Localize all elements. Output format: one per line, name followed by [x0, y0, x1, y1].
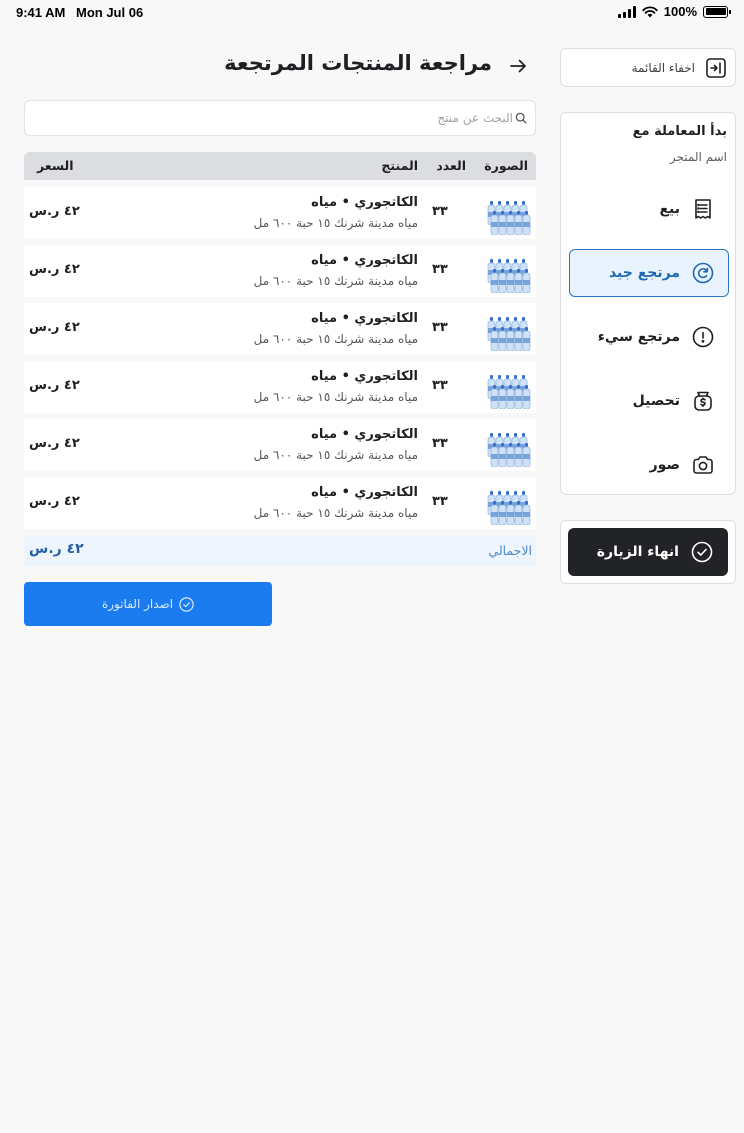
check-circle-icon	[691, 541, 713, 563]
menu-item-collection[interactable]: تحصيل	[569, 377, 729, 425]
hide-list-label: اخفاء القائمة	[631, 60, 695, 75]
total-row: الاجمالي ٤٢ ر.س	[24, 536, 536, 566]
row-product-desc: مياه مدينة شرنك ١٥ حبة ٦٠٠ مل	[253, 448, 418, 462]
water-pack-icon	[485, 313, 533, 352]
row-product-desc: مياه مدينة شرنك ١٥ حبة ٦٠٠ مل	[253, 506, 418, 520]
row-price: ٤٢ ر.س	[29, 262, 80, 277]
table-row[interactable]: ٣٣ الكاتجوري • مياه مياه مدينة شرنك ١٥ ح…	[24, 361, 536, 413]
alert-circle-icon	[692, 326, 714, 348]
row-product-name: الكاتجوري • مياه	[311, 485, 418, 500]
menu-item-label: صور	[649, 457, 680, 473]
menu-item-sale[interactable]: بيع	[569, 185, 729, 233]
row-product-desc: مياه مدينة شرنك ١٥ حبة ٦٠٠ مل	[253, 274, 418, 288]
column-header-product: المنتج	[381, 158, 418, 173]
total-label: الاجمالي	[488, 543, 532, 558]
battery-icon	[703, 5, 731, 18]
status-date: Mon Jul 06	[76, 5, 144, 20]
row-quantity: ٣٣	[432, 262, 448, 277]
menu-item-label: مرتجع جيد	[608, 265, 680, 281]
row-price: ٤٢ ر.س	[29, 494, 80, 509]
end-visit-button[interactable]: انهاء الزيارة	[568, 528, 728, 576]
row-product-desc: مياه مدينة شرنك ١٥ حبة ٦٠٠ مل	[253, 332, 418, 346]
table-row[interactable]: ٣٣ الكاتجوري • مياه مياه مدينة شرنك ١٥ ح…	[24, 477, 536, 529]
menu-item-bad-return[interactable]: مرتجع سيء	[569, 313, 729, 361]
search-box[interactable]	[24, 100, 536, 136]
column-header-price: السعر	[37, 158, 74, 173]
row-quantity: ٣٣	[432, 436, 448, 451]
row-quantity: ٣٣	[432, 320, 448, 335]
row-product-desc: مياه مدينة شرنك ١٥ حبة ٦٠٠ مل	[253, 216, 418, 230]
menu-item-label: مرتجع سيء	[597, 329, 680, 345]
money-bag-icon	[692, 390, 714, 412]
collapse-panel-icon	[705, 57, 727, 79]
row-product-name: الكاتجوري • مياه	[311, 369, 418, 384]
search-input[interactable]	[33, 107, 513, 129]
row-quantity: ٣٣	[432, 494, 448, 509]
water-pack-icon	[485, 197, 533, 236]
row-price: ٤٢ ر.س	[29, 320, 80, 335]
table-row[interactable]: ٣٣ الكاتجوري • مياه مياه مدينة شرنك ١٥ ح…	[24, 419, 536, 471]
refresh-icon	[692, 262, 714, 284]
table-row[interactable]: ٣٣ الكاتجوري • مياه مياه مدينة شرنك ١٥ ح…	[24, 303, 536, 355]
row-product-desc: مياه مدينة شرنك ١٥ حبة ٦٠٠ مل	[253, 390, 418, 404]
status-indicators: 100%	[617, 4, 731, 19]
page-title: مراجعة المنتجات المرتجعة	[224, 51, 492, 75]
camera-icon	[692, 454, 714, 476]
row-quantity: ٣٣	[432, 378, 448, 393]
table-row[interactable]: ٣٣ الكاتجوري • مياه مياه مدينة شرنك ١٥ ح…	[24, 187, 536, 239]
water-pack-icon	[485, 371, 533, 410]
table-header: الصورة العدد المنتج السعر	[24, 152, 536, 180]
transaction-menu: بدأ المعاملة مع اسم المتجر بيع مرتجع جيد…	[560, 112, 736, 495]
row-price: ٤٢ ر.س	[29, 378, 80, 393]
end-visit-label: انهاء الزيارة	[596, 544, 679, 560]
end-visit-card: انهاء الزيارة	[560, 520, 736, 584]
water-pack-icon	[485, 429, 533, 468]
row-product-name: الكاتجوري • مياه	[311, 253, 418, 268]
row-product-name: الكاتجوري • مياه	[311, 195, 418, 210]
back-arrow-icon[interactable]	[508, 56, 528, 76]
issue-invoice-button[interactable]: اصدار الفاتورة	[24, 582, 272, 626]
status-bar: 9:41 AM Mon Jul 06 100%	[0, 0, 744, 24]
hide-list-button[interactable]: اخفاء القائمة	[560, 48, 736, 87]
menu-item-label: تحصيل	[632, 393, 680, 409]
table-row[interactable]: ٣٣ الكاتجوري • مياه مياه مدينة شرنك ١٥ ح…	[24, 245, 536, 297]
row-quantity: ٣٣	[432, 204, 448, 219]
water-pack-icon	[485, 487, 533, 526]
cellular-signal-icon	[617, 5, 636, 18]
row-product-name: الكاتجوري • مياه	[311, 311, 418, 326]
total-value: ٤٢ ر.س	[29, 541, 84, 557]
row-product-name: الكاتجوري • مياه	[311, 427, 418, 442]
status-time: 9:41 AM	[16, 5, 66, 20]
column-header-quantity: العدد	[436, 158, 466, 173]
receipt-icon	[692, 198, 714, 220]
check-circle-icon	[179, 596, 194, 612]
search-icon	[515, 112, 527, 124]
store-name: اسم المتجر	[669, 150, 727, 164]
menu-item-photos[interactable]: صور	[569, 441, 729, 489]
wifi-icon	[642, 5, 658, 17]
menu-item-good-return[interactable]: مرتجع جيد	[569, 249, 729, 297]
column-header-image: الصورة	[484, 158, 528, 173]
battery-percent: 100%	[663, 4, 697, 19]
start-with-label: بدأ المعاملة مع	[632, 124, 727, 139]
row-price: ٤٢ ر.س	[29, 436, 80, 451]
water-pack-icon	[485, 255, 533, 294]
row-price: ٤٢ ر.س	[29, 204, 80, 219]
menu-item-label: بيع	[659, 201, 680, 217]
issue-invoice-label: اصدار الفاتورة	[101, 597, 174, 611]
